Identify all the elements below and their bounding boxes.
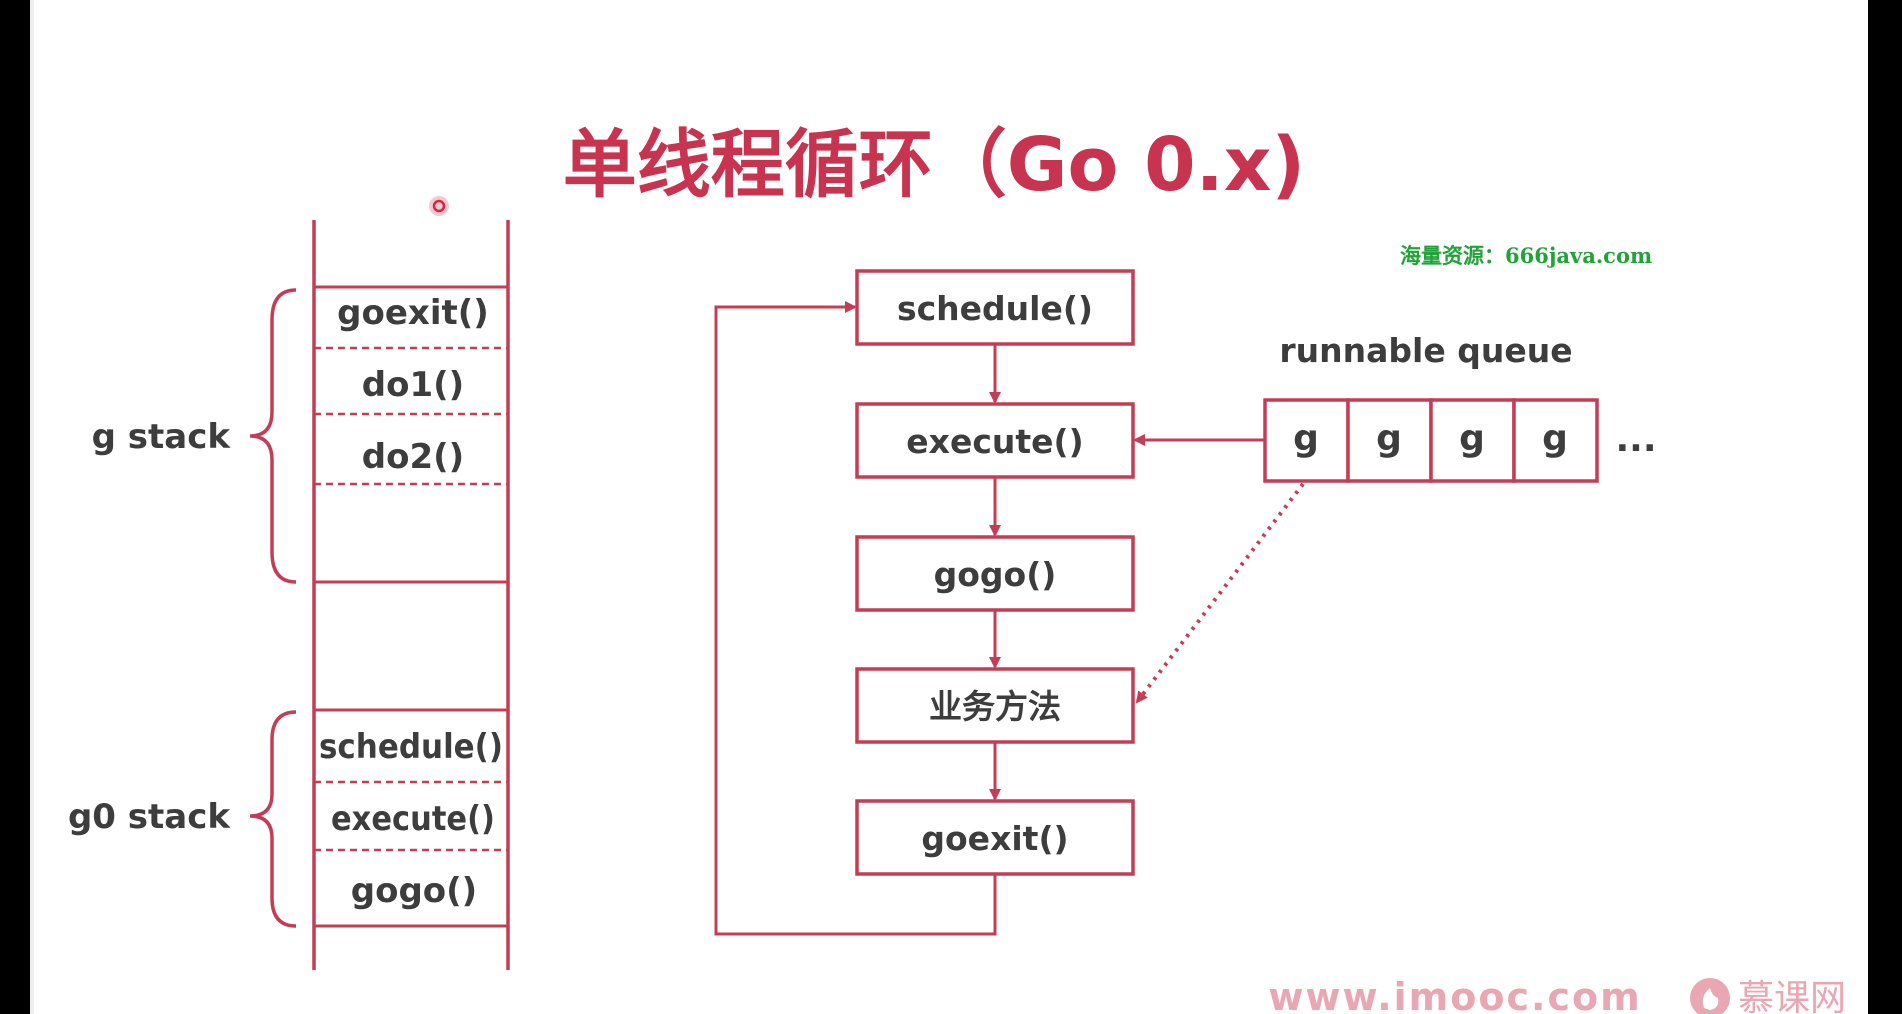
g-stack-frame: do2() [362, 437, 464, 477]
footer-brand-text: 慕课网 [1738, 978, 1846, 1014]
cursor-dot-icon [429, 196, 449, 216]
slide-title: 单线程循环（Go 0.x) [563, 122, 1306, 208]
flow-box-label: gogo() [934, 555, 1057, 594]
g0-stack-frame: gogo() [351, 871, 477, 911]
flow-box-label: execute() [906, 422, 1083, 461]
g-stack-frame: do1() [362, 365, 464, 405]
g-stack-label: g stack [92, 417, 232, 457]
g0-stack-frame: execute() [331, 799, 495, 839]
g-stack-frame: goexit() [337, 293, 489, 333]
queue-ellipsis: ... [1615, 419, 1656, 460]
queue-item: g [1376, 418, 1402, 459]
g0-stack-frame: schedule() [319, 727, 503, 767]
footer-brand-logo: 慕课网 [1690, 978, 1846, 1014]
flow-box-label: goexit() [921, 819, 1068, 858]
g0-stack-label: g0 stack [68, 797, 231, 837]
flow-box-label: 业务方法 [929, 687, 1061, 726]
watermark-text: 海量资源：666java.com [1400, 243, 1652, 268]
queue-item: g [1542, 418, 1568, 459]
footer-site-text: www.imooc.com [1268, 975, 1641, 1014]
flow-box-label: schedule() [897, 289, 1093, 328]
slide-canvas: 单线程循环（Go 0.x) 海量资源：666java.com g stack g… [34, 0, 1868, 1014]
queue-item: g [1459, 418, 1485, 459]
queue-label: runnable queue [1279, 331, 1572, 370]
queue-item: g [1293, 418, 1319, 459]
